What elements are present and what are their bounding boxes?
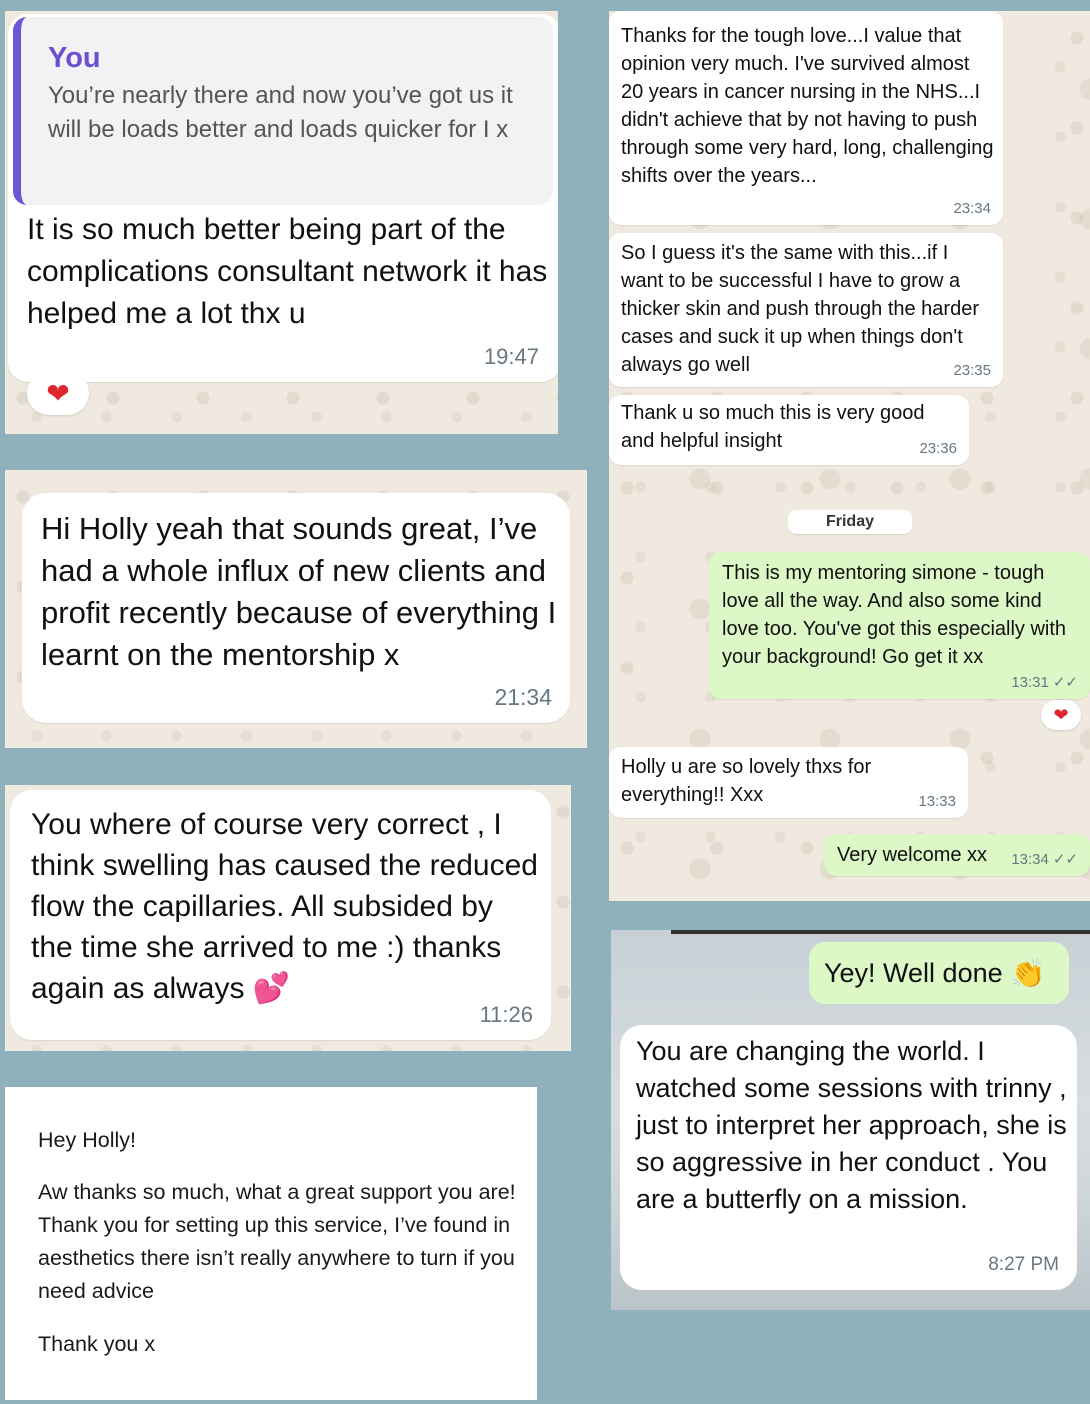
date-separator: Friday (788, 510, 912, 534)
message-text: Very welcome xx (837, 844, 988, 866)
clapping-hands-icon: 👏 (1010, 957, 1046, 989)
divider (671, 930, 1090, 934)
email-screenshot: Hey Holly! Aw thanks so much, what a gre… (5, 1087, 537, 1400)
message-time: 13:33 (918, 793, 956, 810)
chat-screenshot-influx: Hi Holly yeah that sounds great, I’ve ha… (5, 470, 587, 748)
message-text: Thanks for the tough love...I value that… (621, 25, 994, 187)
chat-screenshot-butterfly: Yey! Well done 👏 You are changing the wo… (611, 930, 1090, 1310)
message-bubble[interactable]: You You’re nearly there and now you’ve g… (8, 14, 558, 382)
message-bubble[interactable]: You are changing the world. I watched so… (620, 1025, 1077, 1290)
email-signoff: Thank you x (38, 1332, 156, 1356)
message-bubble-outgoing[interactable]: This is my mentoring simone - tough love… (709, 552, 1090, 699)
message-time: 23:35 (953, 362, 991, 379)
quote-text: You’re nearly there and now you’ve got u… (48, 82, 513, 143)
chat-screenshot-swelling: You where of course very correct , I thi… (5, 785, 571, 1051)
double-check-icon: ✓✓ (1052, 674, 1078, 691)
chat-screenshot-quoted-reply: You You’re nearly there and now you’ve g… (5, 11, 558, 434)
quote-author: You (48, 42, 101, 74)
heart-reaction-icon[interactable]: ❤ (27, 371, 89, 415)
message-bubble[interactable]: Holly u are so lovely thxs for everythin… (609, 747, 968, 818)
message-text: Holly u are so lovely thxs for everythin… (621, 756, 872, 806)
message-bubble[interactable]: So I guess it's the same with this...if … (609, 233, 1003, 387)
message-bubble-outgoing[interactable]: Yey! Well done 👏 (809, 942, 1069, 1004)
message-bubble-outgoing[interactable]: Very welcome xx 13:34 ✓✓ (824, 834, 1090, 876)
message-text: You are changing the world. I watched so… (636, 1036, 1067, 1214)
message-time: 13:34 (1011, 851, 1049, 868)
message-time: 11:26 (479, 1002, 533, 1027)
message-time: 8:27 PM (988, 1254, 1059, 1275)
message-text: You where of course very correct , I thi… (31, 804, 541, 1009)
message-time: 19:47 (483, 344, 539, 369)
message-bubble[interactable]: Hi Holly yeah that sounds great, I’ve ha… (22, 493, 570, 723)
message-time: 23:36 (919, 440, 957, 457)
message-text: So I guess it's the same with this...if … (621, 242, 979, 376)
double-check-icon: ✓✓ (1052, 851, 1078, 868)
email-body: Aw thanks so much, what a great support … (38, 1180, 516, 1303)
message-time: 21:34 (494, 684, 552, 710)
message-text: Hi Holly yeah that sounds great, I’ve ha… (41, 511, 557, 672)
message-time: 13:31 (1011, 674, 1049, 691)
message-status: 13:34 ✓✓ (1011, 850, 1078, 868)
message-text: It is so much better being part of the c… (27, 213, 548, 330)
heart-reaction-icon[interactable]: ❤ (1041, 700, 1081, 730)
email-greeting: Hey Holly! (38, 1128, 136, 1152)
message-text: Thank u so much this is very good and he… (621, 402, 925, 452)
message-text: Yey! Well done (824, 957, 1003, 988)
message-text: This is my mentoring simone - tough love… (722, 562, 1067, 668)
two-hearts-icon: 💕 (252, 972, 291, 1005)
message-bubble[interactable]: Thank u so much this is very good and he… (609, 395, 969, 465)
message-bubble[interactable]: Thanks for the tough love...I value that… (609, 11, 1003, 225)
message-bubble[interactable]: You where of course very correct , I thi… (10, 790, 551, 1040)
quoted-message[interactable]: You You’re nearly there and now you’ve g… (13, 17, 553, 205)
chat-screenshot-mentoring: Thanks for the tough love...I value that… (609, 11, 1090, 901)
message-time: 23:34 (953, 200, 991, 217)
message-status: 13:31 ✓✓ (1011, 673, 1078, 691)
